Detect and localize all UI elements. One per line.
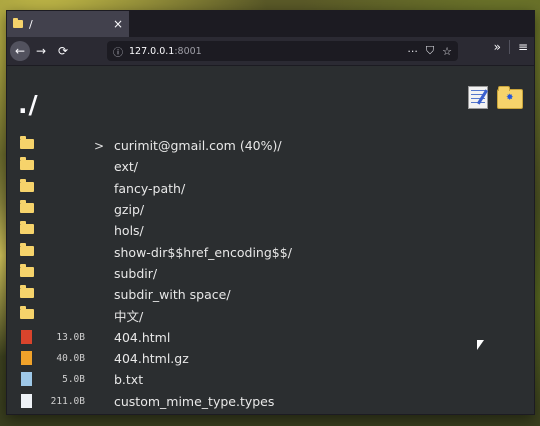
entry-link[interactable]: gzip/ xyxy=(114,202,144,217)
entry-link[interactable]: subdir_with space/ xyxy=(114,287,231,302)
reload-button[interactable]: ⟳ xyxy=(52,40,74,62)
page-actions-button[interactable]: ··· xyxy=(407,45,418,58)
folder-icon xyxy=(20,306,34,320)
entry-link[interactable]: hols/ xyxy=(114,223,144,238)
entry-link[interactable]: b.txt xyxy=(114,372,143,387)
pocket-icon[interactable]: ⛉ xyxy=(426,44,434,58)
expand-chevron-icon[interactable]: > xyxy=(94,139,104,153)
file-size: 13.0B xyxy=(56,331,85,343)
folder-icon xyxy=(20,285,34,299)
file-size: 5.0B xyxy=(62,374,85,386)
folder-row[interactable]: subdir/ xyxy=(7,263,534,284)
folder-favicon-icon xyxy=(13,18,23,28)
url-text: 127.0.0.1:8001 xyxy=(129,45,202,57)
folder-icon xyxy=(20,199,34,213)
edit-note-icon[interactable] xyxy=(468,86,488,109)
file-icon xyxy=(21,329,32,344)
entry-link[interactable]: 中文/ xyxy=(114,306,143,325)
folder-row[interactable]: 中文/ xyxy=(7,305,534,326)
folder-icon xyxy=(20,178,34,192)
file-row[interactable]: 5.0B b.txt xyxy=(7,369,534,390)
file-row[interactable]: 40.0B 404.html.gz xyxy=(7,348,534,369)
file-row[interactable]: 211.0B custom_mime_type.types xyxy=(7,391,534,412)
file-icon xyxy=(21,372,32,387)
hamburger-menu-button[interactable]: ≡ xyxy=(518,40,528,54)
entry-link[interactable]: ext/ xyxy=(114,159,138,174)
entry-link[interactable]: 404.html xyxy=(114,330,170,345)
tab-title: / xyxy=(29,17,33,31)
folder-row[interactable]: ext/ xyxy=(7,156,534,177)
tab-strip: / × xyxy=(7,11,534,37)
entry-link[interactable]: show-dir$$href_encoding$$/ xyxy=(114,245,292,260)
file-size: 211.0B xyxy=(50,395,85,407)
file-size: 40.0B xyxy=(56,353,85,364)
file-row[interactable]: 13.0B 404.html xyxy=(7,327,534,348)
folder-icon xyxy=(20,221,34,235)
forward-button[interactable]: → xyxy=(30,40,52,62)
folder-row[interactable]: > curimit@gmail.com (40%)/ xyxy=(7,135,534,156)
page-title: ./ xyxy=(18,90,39,119)
entry-link[interactable]: subdir/ xyxy=(114,266,157,281)
entry-link[interactable]: custom_mime_type.types xyxy=(114,394,274,409)
browser-window: / × ← → ⟳ ⓘ 127.0.0.1:8001 ··· ⛉ ☆ » ≡ .… xyxy=(6,10,535,415)
file-icon xyxy=(21,351,32,365)
tab-root[interactable]: / × xyxy=(7,11,129,37)
site-info-icon[interactable]: ⓘ xyxy=(113,44,123,59)
entry-link[interactable]: curimit@gmail.com (40%)/ xyxy=(114,138,282,153)
folder-row[interactable]: fancy-path/ xyxy=(7,178,534,199)
folder-icon xyxy=(20,242,34,256)
folder-icon xyxy=(20,136,34,149)
toolbar-separator xyxy=(508,40,510,54)
folder-row[interactable]: subdir_with space/ xyxy=(7,284,534,305)
new-folder-icon[interactable]: ✸ xyxy=(497,86,523,109)
file-icon xyxy=(21,393,32,408)
navigation-toolbar: ← → ⟳ ⓘ 127.0.0.1:8001 ··· ⛉ ☆ » ≡ xyxy=(7,37,534,66)
overflow-menu-button[interactable]: » xyxy=(494,40,501,54)
folder-row[interactable]: show-dir$$href_encoding$$/ xyxy=(7,242,534,263)
entry-link[interactable]: fancy-path/ xyxy=(114,181,185,196)
folder-row[interactable]: hols/ xyxy=(7,220,534,241)
address-bar[interactable]: ⓘ 127.0.0.1:8001 ··· ⛉ ☆ xyxy=(107,41,458,61)
folder-icon xyxy=(20,157,34,171)
folder-icon xyxy=(20,263,34,277)
back-button[interactable]: ← xyxy=(10,41,30,61)
tab-close-icon[interactable]: × xyxy=(113,17,123,31)
entry-link[interactable]: 404.html.gz xyxy=(114,351,189,366)
page-content: ./ ✸ > curimit@gmail.com (40%)/ ext/fancy-… xyxy=(7,66,534,414)
bookmark-star-icon[interactable]: ☆ xyxy=(442,45,452,58)
folder-row[interactable]: gzip/ xyxy=(7,199,534,220)
